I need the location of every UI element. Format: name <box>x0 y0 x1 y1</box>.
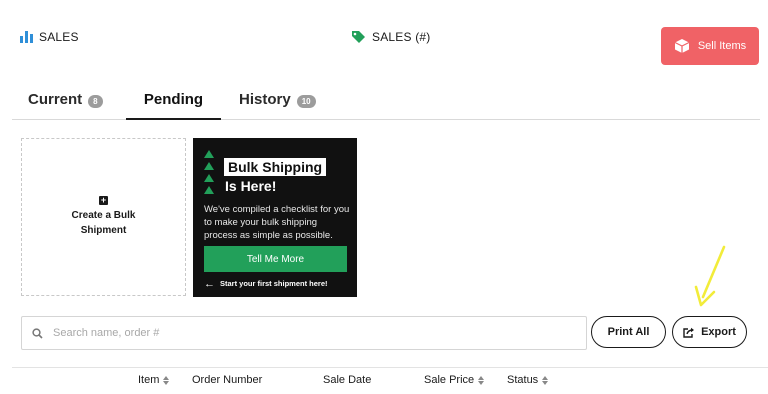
export-label: Export <box>701 326 736 338</box>
triangle-icon <box>204 186 214 194</box>
bulk-shipping-promo: Bulk Shipping Is Here! We've compiled a … <box>193 138 357 297</box>
tab-current[interactable]: Current 8 <box>28 84 103 120</box>
orders-table-header: Item Order Number Sale Date Sale Price S… <box>12 367 768 394</box>
box-icon <box>674 39 690 53</box>
tab-current-badge: 8 <box>88 95 103 108</box>
bar-chart-icon <box>20 31 33 43</box>
bulk-line1: Create a Bulk <box>71 210 136 221</box>
print-all-button[interactable]: Print All <box>591 316 666 348</box>
sort-icon <box>163 375 170 385</box>
print-all-label: Print All <box>607 326 650 338</box>
sales-stat: SALES <box>20 30 79 44</box>
sales-label: SALES <box>39 30 79 44</box>
tag-icon <box>351 30 366 44</box>
triangle-icon <box>204 162 214 170</box>
tab-current-label: Current <box>28 91 83 108</box>
tab-history-badge: 10 <box>296 95 316 108</box>
search-bar[interactable] <box>21 316 587 350</box>
plus-icon: + <box>99 195 108 205</box>
sort-icon <box>542 375 549 385</box>
column-item-label: Item <box>138 374 160 386</box>
tab-pending-label: Pending <box>143 91 204 108</box>
promo-footer[interactable]: ← Start your first shipment here! <box>204 277 328 290</box>
export-button[interactable]: Export <box>672 316 747 348</box>
column-sale-price-label: Sale Price <box>424 374 475 386</box>
tab-history-label: History <box>239 91 291 108</box>
sell-items-label: Sell Items <box>697 40 747 52</box>
triangle-icon <box>204 174 214 182</box>
promo-body: We've compiled a checklist for you to ma… <box>204 204 350 241</box>
column-header-sale-price[interactable]: Sale Price <box>424 374 485 386</box>
column-sale-date-label: Sale Date <box>323 374 372 386</box>
promo-title-line2: Is Here! <box>225 178 277 194</box>
bulk-line2: Shipment <box>80 225 127 236</box>
sort-icon <box>478 375 485 385</box>
tab-pending[interactable]: Pending <box>126 84 221 120</box>
search-input[interactable] <box>53 327 553 339</box>
triangle-icon <box>204 150 214 158</box>
column-header-item[interactable]: Item <box>138 374 170 386</box>
sales-count-stat: SALES (#) <box>351 30 431 44</box>
tell-me-more-button[interactable]: Tell Me More <box>204 246 347 272</box>
column-header-sale-date: Sale Date <box>323 374 371 386</box>
column-header-status[interactable]: Status <box>507 374 549 386</box>
create-bulk-shipment-card[interactable]: + Create a Bulk Shipment <box>21 138 186 296</box>
arrow-left-icon: ← <box>204 277 215 290</box>
promo-title-line1: Bulk Shipping <box>224 158 327 176</box>
search-icon <box>32 327 43 339</box>
promo-heading: Bulk Shipping Is Here! <box>224 158 327 194</box>
orders-tabs: Current 8 Pending History 10 <box>12 84 760 120</box>
sales-count-label: SALES (#) <box>372 30 431 44</box>
export-icon <box>683 327 695 338</box>
tab-history[interactable]: History 10 <box>239 84 316 120</box>
column-order-number-label: Order Number <box>192 374 263 386</box>
promo-footer-text: Start your first shipment here! <box>220 279 328 288</box>
column-header-order-number: Order Number <box>192 374 262 386</box>
sell-items-button[interactable]: Sell Items <box>661 27 759 65</box>
column-status-label: Status <box>507 374 539 386</box>
annotation-arrow-icon <box>694 245 726 307</box>
tell-me-more-label: Tell Me More <box>246 253 305 265</box>
